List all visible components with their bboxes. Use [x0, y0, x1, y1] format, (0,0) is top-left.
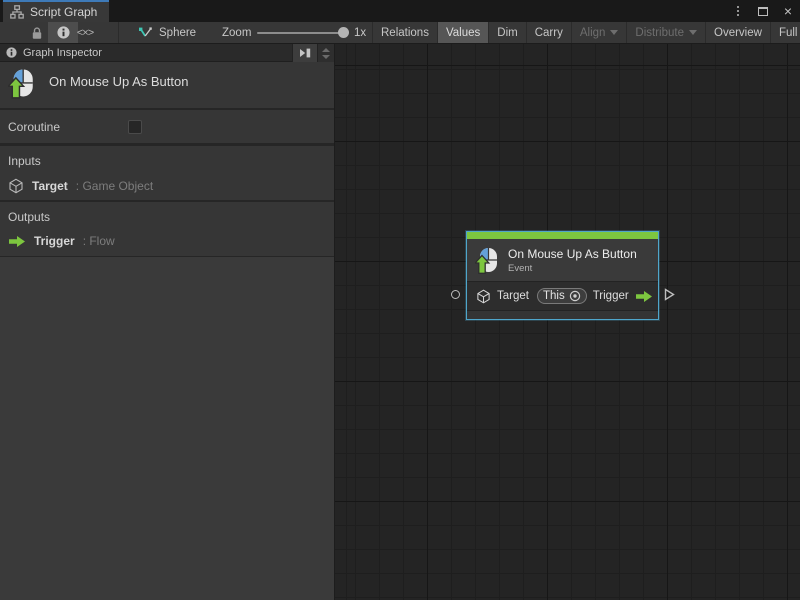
graph-pointer-label: Sphere [159, 26, 197, 39]
zoom-control: Zoom [222, 22, 251, 43]
output-type: : Flow [82, 234, 115, 248]
input-port-row: Target : Game Object [8, 178, 334, 194]
node-subtitle: Event [508, 262, 533, 274]
graph-pointer-breadcrumb[interactable]: Sphere [138, 22, 196, 43]
code-icon: <×> [76, 26, 94, 39]
graph-inspector-panel: Graph Inspector On Mouse Up As Button Co… [0, 44, 335, 600]
code-preview-button[interactable]: <×> [70, 22, 100, 43]
node-header: On Mouse Up As Button Event [467, 239, 658, 281]
unit-title-section: On Mouse Up As Button [0, 62, 334, 108]
mouse-up-button-icon [475, 247, 499, 274]
chevron-down-icon [689, 30, 697, 35]
panel-scroll-buttons[interactable] [317, 44, 334, 62]
zoom-value-wrap: 1x [354, 22, 366, 43]
carry-button[interactable]: Carry [525, 22, 571, 43]
panel-divider [0, 256, 334, 257]
coroutine-label: Coroutine [8, 119, 61, 134]
cube-icon [476, 289, 491, 304]
object-picker-icon[interactable] [569, 290, 581, 302]
tab-script-graph[interactable]: Script Graph [3, 0, 110, 22]
info-icon [56, 26, 70, 39]
output-port-row: Trigger : Flow [8, 234, 334, 248]
align-dropdown[interactable]: Align [570, 22, 627, 43]
zoom-value: 1x [354, 26, 367, 39]
node-title: On Mouse Up As Button [508, 246, 637, 261]
node-accent-bar [467, 232, 658, 239]
full-screen-button[interactable]: Full Screen [769, 22, 800, 43]
window-controls: × [730, 0, 796, 22]
scroll-down-icon [322, 54, 330, 59]
maximize-icon[interactable] [755, 2, 771, 20]
unit-title: On Mouse Up As Button [49, 74, 189, 89]
inputs-section: Inputs Target : Game Object [0, 146, 334, 200]
event-node-on-mouse-up-as-button[interactable]: On Mouse Up As Button Event Target This [451, 231, 675, 320]
network-icon [138, 26, 152, 39]
target-value-selector[interactable]: This [536, 288, 587, 304]
chevron-down-icon [610, 30, 619, 35]
dock-panel-button[interactable] [292, 44, 317, 62]
window-menu-icon[interactable] [730, 2, 746, 20]
coroutine-row: Coroutine [0, 110, 334, 143]
dim-button[interactable]: Dim [488, 22, 525, 43]
inputs-header: Inputs [8, 154, 41, 168]
cube-icon [8, 178, 24, 194]
inspector-title: Graph Inspector [23, 46, 102, 59]
input-type: : Game Object [75, 179, 154, 193]
script-graph-icon [10, 5, 24, 19]
outputs-header: Outputs [8, 210, 51, 224]
toolbar-button-row: Relations Values Dim Carry Align Distrib… [372, 22, 800, 43]
node-output-label: Trigger [592, 290, 629, 302]
outputs-section: Outputs Trigger : Flow [0, 202, 334, 256]
lock-button[interactable] [28, 22, 46, 43]
graph-toolbar: <×> Sphere Zoom 1x Relations Values Dim [0, 22, 800, 44]
info-icon [6, 47, 17, 58]
zoom-slider-thumb[interactable] [338, 27, 349, 38]
close-icon[interactable]: × [780, 2, 796, 20]
flow-arrow-icon [8, 235, 26, 248]
lock-icon [31, 26, 43, 40]
distribute-dropdown[interactable]: Distribute [626, 22, 705, 43]
graph-canvas[interactable]: On Mouse Up As Button Event Target This [335, 44, 800, 600]
output-name: Trigger [34, 234, 75, 248]
inspector-header: Graph Inspector [0, 44, 334, 62]
relations-button[interactable]: Relations [372, 22, 437, 43]
tab-label: Script Graph [30, 5, 98, 19]
toolbar-separator [118, 22, 119, 43]
tab-bar: Script Graph × [0, 0, 800, 22]
input-name: Target [32, 179, 68, 193]
zoom-label: Zoom [222, 26, 252, 39]
node-input-label: Target [497, 290, 529, 302]
coroutine-checkbox[interactable] [128, 119, 142, 134]
output-port-triangle[interactable] [664, 288, 675, 301]
node-port-row: Target This Trigger [467, 281, 658, 310]
target-value: This [542, 290, 565, 302]
values-button[interactable]: Values [436, 22, 489, 43]
zoom-slider-track[interactable] [257, 32, 345, 34]
input-port-circle[interactable] [451, 290, 460, 299]
flow-arrow-icon [635, 290, 653, 303]
mouse-up-button-icon [8, 68, 35, 99]
node-footer [467, 310, 658, 319]
dock-icon [299, 48, 312, 58]
overview-button[interactable]: Overview [705, 22, 770, 43]
scroll-up-icon [322, 47, 330, 52]
